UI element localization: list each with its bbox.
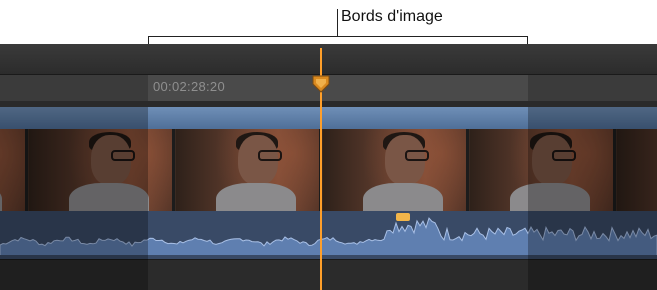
outside-left-shade (0, 107, 148, 290)
callout-bracket-left (148, 36, 149, 44)
outside-right-shade (528, 107, 657, 290)
callout-stem (337, 9, 338, 37)
callout-bracket-top (148, 36, 528, 37)
playhead-handle-icon[interactable] (312, 75, 330, 93)
audio-peak-marker (396, 213, 410, 221)
filmstrip-frame (323, 129, 469, 211)
callout-bracket-right (527, 36, 528, 44)
callout-label: Bords d'image (341, 8, 443, 25)
filmstrip-frame (176, 129, 322, 211)
timeline-header (0, 44, 657, 75)
timecode-display: 00:02:28:20 (153, 79, 225, 94)
